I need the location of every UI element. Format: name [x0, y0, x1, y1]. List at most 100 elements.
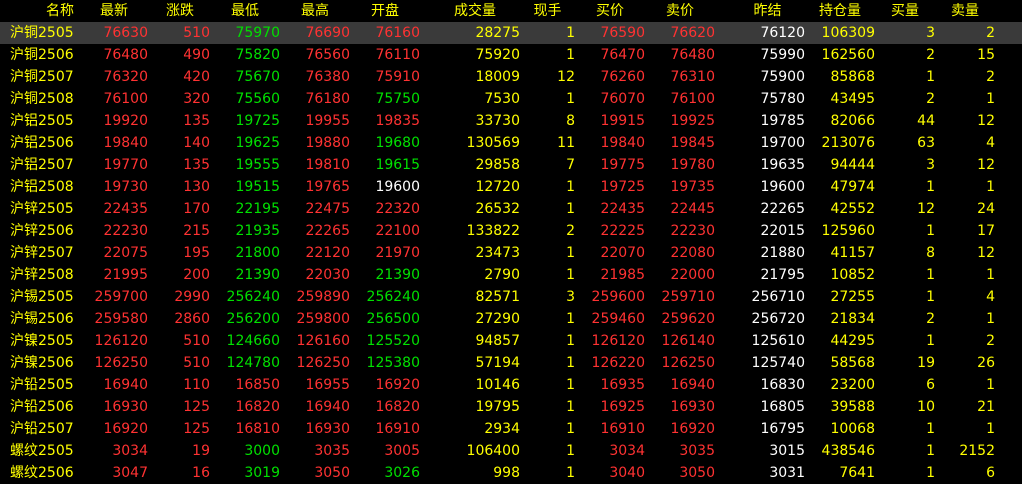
open-price-cell: 16920: [375, 377, 420, 393]
table-row[interactable]: 沪锌2507 22075 195 21800 22120 21970 23473 1 22070…: [0, 242, 1022, 264]
table-row[interactable]: 沪铝2507 19770 135 19555 19810 19615 29858 7 19775…: [0, 154, 1022, 176]
ask-price-cell: 3035: [679, 443, 715, 459]
bid-price-cell: 19775: [600, 157, 645, 173]
open-price-cell: 125380: [366, 355, 420, 371]
col-open-header[interactable]: 开盘: [350, 0, 420, 22]
table-row[interactable]: 沪铜2507 76320 420 75670 76380 75910 18009 12 7626…: [0, 66, 1022, 88]
table-row[interactable]: 沪铜2508 76100 320 75560 76180 75750 7530 1 76070 7…: [0, 88, 1022, 110]
col-bid-volume-header[interactable]: 买量: [875, 0, 935, 22]
table-row[interactable]: 螺纹2505 3034 19 3000 3035 3005 106400 1 3034 3035 3…: [0, 440, 1022, 462]
col-bid-header[interactable]: 买价: [575, 0, 645, 22]
table-row[interactable]: 沪铅2505 16940 110 16850 16955 16920 10146 1 16935…: [0, 374, 1022, 396]
table-row[interactable]: 沪锌2506 22230 215 21935 22265 22100 133822 2 2222…: [0, 220, 1022, 242]
open-price-cell: 3026: [384, 465, 420, 481]
ask-price-cell: 259710: [661, 289, 715, 305]
table-row[interactable]: 沪锌2508 21995 200 21390 22030 21390 2790 1 21985 2…: [0, 264, 1022, 286]
col-volume-header[interactable]: 成交量: [430, 0, 520, 22]
ask-volume-cell: 2: [986, 333, 995, 349]
table-row[interactable]: 沪铅2506 16930 125 16820 16940 16820 19795 1 16925…: [0, 396, 1022, 418]
open-interest-cell: 10852: [830, 267, 875, 283]
latest-price-cell: 259580: [94, 311, 148, 327]
current-hand-cell: 1: [566, 179, 575, 195]
ask-volume-cell: 17: [977, 223, 995, 239]
ask-volume-cell: 1: [986, 377, 995, 393]
col-change-header[interactable]: 涨跌: [150, 0, 210, 22]
bid-price-cell: 22435: [600, 201, 645, 217]
bid-price-cell: 76590: [600, 25, 645, 41]
table-row[interactable]: 沪铅2507 16920 125 16810 16930 16910 2934 1 16910 1…: [0, 418, 1022, 440]
table-row[interactable]: 沪锡2506 259580 2860 256200 259800 256500 27290 1…: [0, 308, 1022, 330]
bid-volume-cell: 3: [926, 25, 935, 41]
table-row[interactable]: 沪锌2505 22435 170 22195 22475 22320 26532 1 22435…: [0, 198, 1022, 220]
ask-volume-cell: 12: [977, 157, 995, 173]
bid-volume-cell: 44: [917, 113, 935, 129]
latest-price-cell: 259700: [94, 289, 148, 305]
low-price-cell: 21800: [235, 245, 280, 261]
bid-volume-cell: 8: [926, 245, 935, 261]
table-row[interactable]: 沪铜2505 76630 510 75970 76690 76160 28275 1 76590…: [0, 22, 1022, 44]
high-price-cell: 76180: [305, 91, 350, 107]
high-price-cell: 19880: [305, 135, 350, 151]
price-change-cell: 200: [183, 267, 210, 283]
col-ask-volume-header[interactable]: 卖量: [935, 0, 995, 22]
low-price-cell: 124780: [226, 355, 280, 371]
ask-volume-cell: 12: [977, 245, 995, 261]
ask-volume-cell: 24: [977, 201, 995, 217]
col-latest-header[interactable]: 最新: [80, 0, 148, 22]
current-hand-cell: 3: [566, 289, 575, 305]
table-row[interactable]: 沪镍2505 126120 510 124660 126160 125520 94857 1 1…: [0, 330, 1022, 352]
col-low-header[interactable]: 最低: [210, 0, 280, 22]
ask-price-cell: 16940: [670, 377, 715, 393]
ask-volume-cell: 4: [986, 135, 995, 151]
ask-price-cell: 126250: [661, 355, 715, 371]
open-interest-cell: 42552: [830, 201, 875, 217]
col-open-interest-header[interactable]: 持仓量: [805, 0, 875, 22]
current-hand-cell: 1: [566, 443, 575, 459]
col-current-header[interactable]: 现手: [520, 0, 575, 22]
col-prev-settle-header[interactable]: 昨结: [730, 0, 805, 22]
quote-board: 名称 最新 涨跌 最低 最高 开盘 成交量 现手 买价 卖价 昨结 持仓量 买量…: [0, 0, 1022, 484]
low-price-cell: 75670: [235, 69, 280, 85]
table-row[interactable]: 沪铜2506 76480 490 75820 76560 76110 75920 1 76470…: [0, 44, 1022, 66]
open-interest-cell: 21834: [830, 311, 875, 327]
high-price-cell: 3050: [314, 465, 350, 481]
latest-price-cell: 126250: [94, 355, 148, 371]
prev-settle-cell: 22015: [760, 223, 805, 239]
volume-cell: 23473: [475, 245, 520, 261]
high-price-cell: 22030: [305, 267, 350, 283]
col-ask-header[interactable]: 卖价: [645, 0, 715, 22]
latest-price-cell: 19920: [103, 113, 148, 129]
bid-volume-cell: 1: [926, 69, 935, 85]
latest-price-cell: 16920: [103, 421, 148, 437]
ask-price-cell: 19780: [670, 157, 715, 173]
volume-cell: 29858: [475, 157, 520, 173]
open-interest-cell: 27255: [830, 289, 875, 305]
ask-volume-cell: 21: [977, 399, 995, 415]
ask-price-cell: 19845: [670, 135, 715, 151]
col-high-header[interactable]: 最高: [280, 0, 350, 22]
table-row[interactable]: 沪铝2505 19920 135 19725 19955 19835 33730 8 19915…: [0, 110, 1022, 132]
low-price-cell: 75560: [235, 91, 280, 107]
ask-volume-cell: 6: [986, 465, 995, 481]
volume-cell: 2934: [484, 421, 520, 437]
open-interest-cell: 58568: [830, 355, 875, 371]
high-price-cell: 22265: [305, 223, 350, 239]
prev-settle-cell: 75990: [760, 47, 805, 63]
table-row[interactable]: 沪铝2508 19730 130 19515 19765 19600 12720 1 19725…: [0, 176, 1022, 198]
high-price-cell: 19765: [305, 179, 350, 195]
table-row[interactable]: 沪锡2505 259700 2990 256240 259890 256240 82571 3…: [0, 286, 1022, 308]
prev-settle-cell: 19600: [760, 179, 805, 195]
open-price-cell: 256500: [366, 311, 420, 327]
open-interest-cell: 44295: [830, 333, 875, 349]
open-interest-cell: 213076: [821, 135, 875, 151]
bid-price-cell: 22070: [600, 245, 645, 261]
table-row[interactable]: 沪铝2506 19840 140 19625 19880 19680 130569 11 198…: [0, 132, 1022, 154]
table-row[interactable]: 螺纹2506 3047 16 3019 3050 3026 998 1 3040 3050 3031…: [0, 462, 1022, 484]
table-row[interactable]: 沪镍2506 126250 510 124780 126250 125380 57194 1 1…: [0, 352, 1022, 374]
low-price-cell: 256200: [226, 311, 280, 327]
open-price-cell: 76110: [375, 47, 420, 63]
bid-price-cell: 16935: [600, 377, 645, 393]
price-change-cell: 490: [183, 47, 210, 63]
open-interest-cell: 39588: [830, 399, 875, 415]
high-price-cell: 19810: [305, 157, 350, 173]
